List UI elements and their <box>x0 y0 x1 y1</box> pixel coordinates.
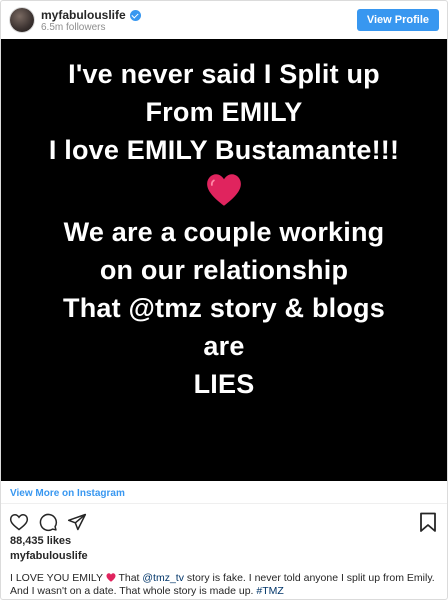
image-text-line: LIES <box>193 369 255 399</box>
image-text-line: We are a couple working <box>63 217 385 247</box>
avatar[interactable] <box>10 8 34 32</box>
instagram-embed-card: myfabulouslife 6.5m followers View Profi… <box>0 0 448 600</box>
image-text-line: From EMILY <box>145 97 303 127</box>
username-row: myfabulouslife <box>41 8 141 22</box>
view-more-link[interactable]: View More on Instagram <box>10 488 125 499</box>
share-icon[interactable] <box>67 512 87 532</box>
image-text-block: I've never said I Split up From EMILY I … <box>1 55 447 403</box>
caption-text-part: I LOVE YOU EMILY <box>10 572 103 584</box>
mention-link[interactable]: @tmz_tv <box>142 572 184 584</box>
image-text-line: are <box>203 331 245 361</box>
caption-text: I LOVE YOU EMILY That @tmz_tv story is f… <box>10 572 442 598</box>
heart-outline-icon[interactable] <box>9 512 29 532</box>
image-text-line: I've never said I Split up <box>68 59 380 89</box>
image-text-line: That @tmz story & blogs <box>63 293 385 323</box>
hashtag-link[interactable]: #TMZ <box>256 585 283 597</box>
red-heart-emoji-icon <box>207 174 241 206</box>
follower-count: 6.5m followers <box>41 22 106 33</box>
caption-text-part: That <box>115 572 143 584</box>
red-heart-emoji-icon <box>106 573 116 582</box>
view-profile-button[interactable]: View Profile <box>356 9 439 31</box>
username[interactable]: myfabulouslife <box>41 8 126 22</box>
bookmark-icon[interactable] <box>419 512 437 532</box>
caption-username[interactable]: myfabulouslife <box>10 550 88 562</box>
comment-icon[interactable] <box>38 512 58 532</box>
image-text-line: on our relationship <box>99 255 349 285</box>
action-bar <box>9 512 87 532</box>
post-image[interactable]: I've never said I Split up From EMILY I … <box>1 39 447 481</box>
verified-badge-icon <box>129 9 141 21</box>
like-count[interactable]: 88,435 likes <box>10 535 71 547</box>
image-text-line: I love EMILY Bustamante!!! <box>48 135 400 165</box>
divider <box>1 503 447 504</box>
post-header: myfabulouslife 6.5m followers View Profi… <box>1 1 447 39</box>
